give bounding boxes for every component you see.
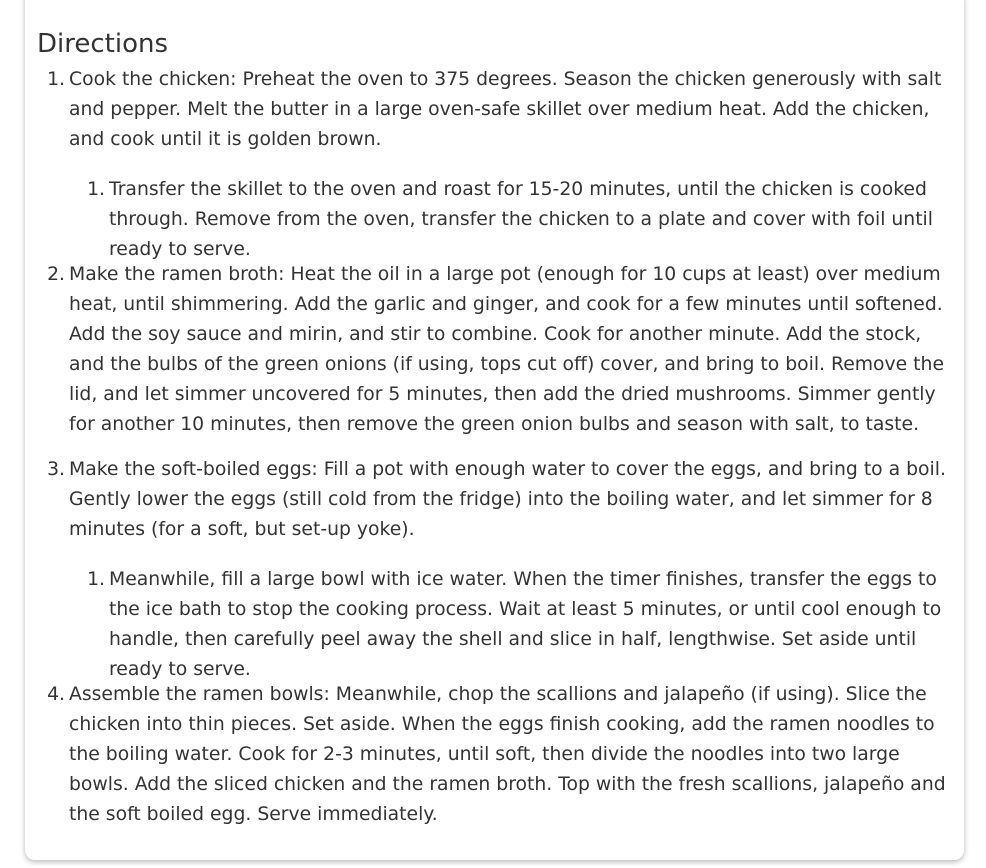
- step-number: 1.: [47, 69, 65, 90]
- step-number: 3.: [47, 459, 65, 480]
- step-number: 2.: [47, 264, 65, 285]
- substep-number: 1.: [87, 179, 105, 200]
- step-text: Cook the chicken: Preheat the oven to 37…: [69, 69, 942, 150]
- substep-text: Meanwhile, fill a large bowl with ice wa…: [109, 569, 942, 680]
- directions-card: Directions 1. Cook the chicken: Preheat …: [25, 0, 964, 860]
- substep-number: 1.: [87, 569, 105, 590]
- step-number: 4.: [47, 684, 65, 705]
- step-text: Assemble the ramen bowls: Meanwhile, cho…: [69, 684, 946, 825]
- step-text: Make the ramen broth: Heat the oil in a …: [69, 264, 945, 435]
- step-text: Make the soft-boiled eggs: Fill a pot wi…: [69, 459, 946, 540]
- substep-text: Transfer the skillet to the oven and roa…: [109, 179, 933, 260]
- section-title: Directions: [37, 29, 169, 59]
